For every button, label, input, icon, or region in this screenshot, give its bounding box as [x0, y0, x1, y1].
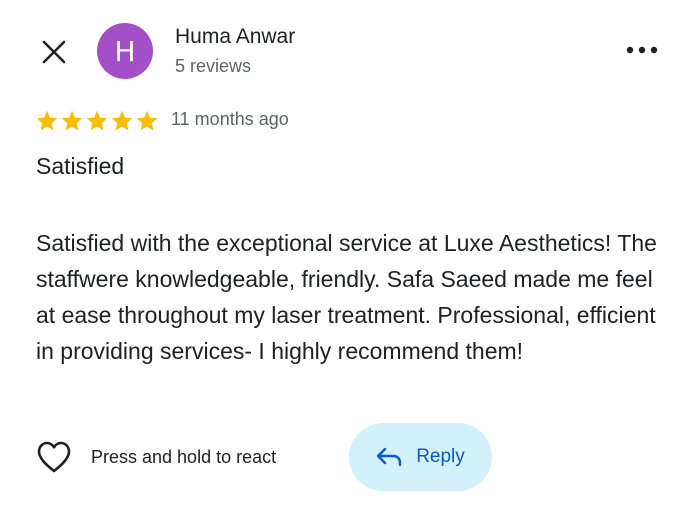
close-button[interactable] — [36, 34, 72, 70]
review-detail-screen: { "review": { "author": { "name": "Huma … — [0, 0, 698, 530]
avatar[interactable]: H — [97, 23, 153, 79]
star-icon — [61, 110, 83, 131]
more-options-button[interactable] — [620, 36, 664, 64]
react-button[interactable]: Press and hold to react — [36, 437, 276, 477]
star-icon — [86, 110, 108, 131]
author-review-count: 5 reviews — [175, 56, 252, 76]
reply-button[interactable]: Reply — [349, 423, 492, 491]
review-time: 11 months ago — [171, 109, 289, 129]
star-icon — [111, 110, 133, 131]
review-title: Satisfied — [36, 153, 125, 179]
author-name[interactable]: Huma Anwar — [175, 25, 295, 49]
star-icon — [136, 110, 158, 131]
reply-arrow-icon — [377, 447, 402, 467]
heart-outline-icon — [37, 441, 71, 473]
star-rating — [35, 109, 159, 133]
close-icon — [42, 40, 66, 64]
more-vert-icon — [626, 46, 658, 54]
star-icon — [36, 110, 58, 131]
review-body: Satisfied with the exceptional service a… — [36, 230, 657, 364]
avatar-letter: H — [114, 34, 136, 68]
react-label: Press and hold to react — [91, 446, 277, 467]
reply-label: Reply — [416, 446, 465, 467]
